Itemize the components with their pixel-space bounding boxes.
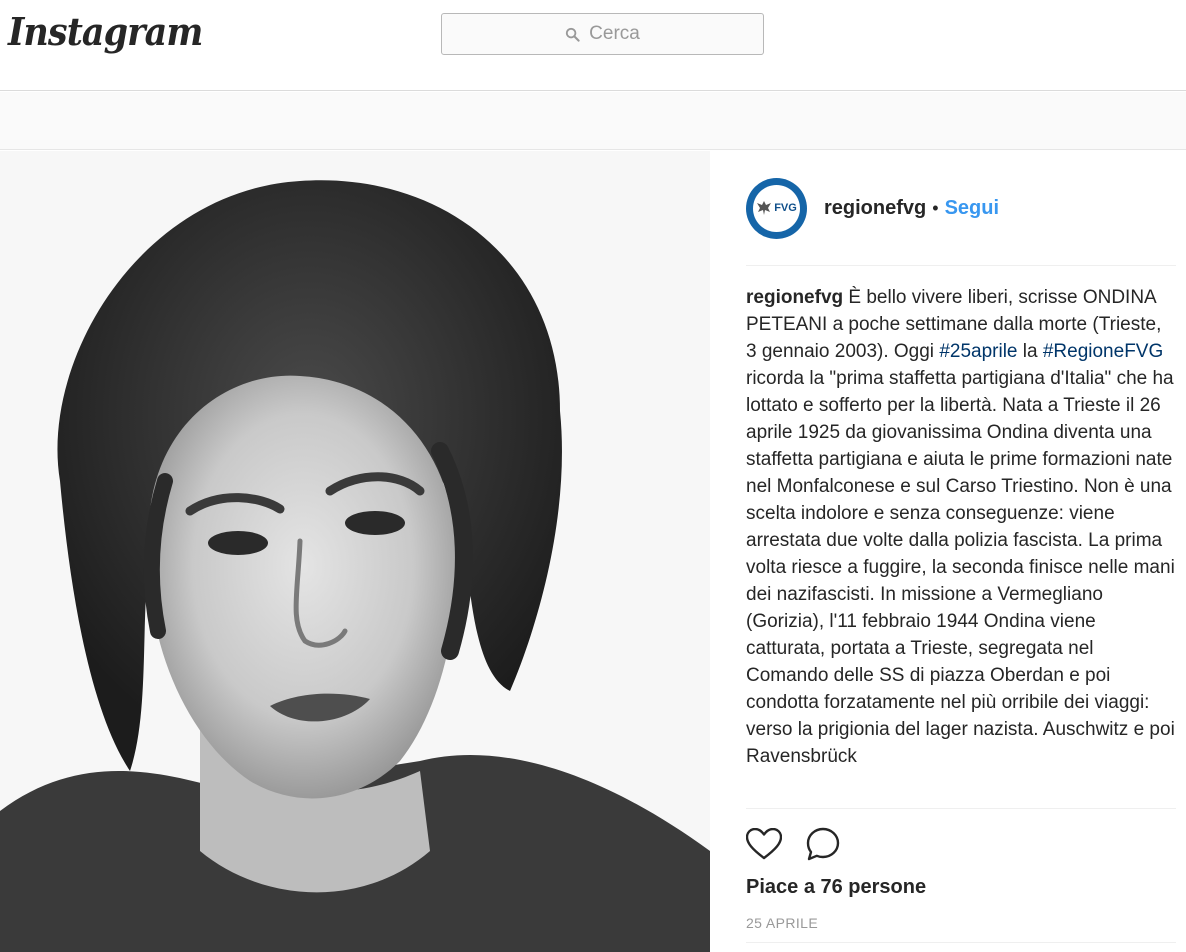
avatar[interactable]: FVG: [746, 177, 807, 239]
heart-icon: [746, 828, 782, 860]
avatar-text: FVG: [774, 202, 797, 214]
caption-username[interactable]: regionefvg: [746, 287, 843, 308]
search-placeholder: Cerca: [589, 23, 640, 44]
avatar-inner: FVG: [753, 184, 800, 232]
post-image[interactable]: [0, 151, 710, 952]
divider: [746, 808, 1176, 809]
caption-text-3: ricorda la "prima staffetta partigiana d…: [746, 368, 1175, 767]
like-button[interactable]: [746, 828, 782, 860]
post-header: FVG regionefvg • Segui: [746, 177, 999, 239]
likes-count[interactable]: Piace a 76 persone: [746, 876, 926, 899]
post-username[interactable]: regionefvg: [824, 197, 926, 220]
caption-text-2: la: [1017, 341, 1043, 362]
comment-button[interactable]: [806, 827, 840, 861]
comment-icon: [806, 827, 840, 861]
post-side-panel: FVG regionefvg • Segui regionefvg È bell…: [710, 151, 1186, 952]
secondary-bar: [0, 92, 1186, 150]
portrait-photo: [0, 151, 710, 952]
separator-dot: •: [932, 197, 939, 218]
post-caption: regionefvg È bello vivere liberi, scriss…: [746, 284, 1176, 808]
follow-button[interactable]: Segui: [945, 197, 999, 220]
post-actions: [746, 827, 840, 861]
instagram-logo[interactable]: Instagram: [8, 6, 203, 58]
search-icon: [566, 27, 580, 42]
divider: [746, 942, 1176, 943]
hashtag-link[interactable]: #RegioneFVG: [1043, 341, 1163, 362]
divider: [746, 265, 1176, 266]
top-navigation-bar: Instagram Cerca: [0, 0, 1186, 91]
post-date[interactable]: 25 APRILE: [746, 915, 818, 931]
eagle-icon: [757, 201, 772, 215]
search-input[interactable]: Cerca: [441, 13, 764, 55]
hashtag-link[interactable]: #25aprile: [939, 341, 1017, 362]
